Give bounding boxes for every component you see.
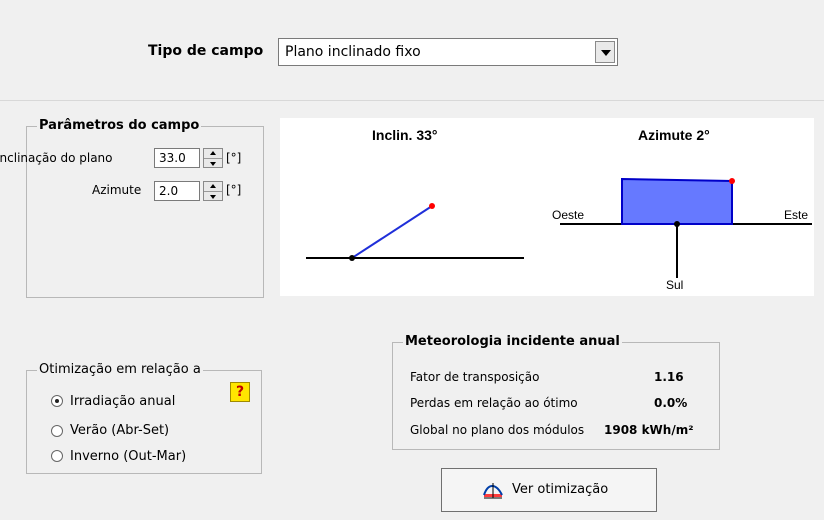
view-optimization-button[interactable]: Ver otimização bbox=[441, 468, 657, 512]
azimuth-center-point bbox=[674, 221, 680, 227]
loss-value: 0.0% bbox=[654, 396, 688, 410]
tilt-spinner[interactable] bbox=[203, 148, 223, 168]
spin-down-icon[interactable] bbox=[204, 159, 222, 168]
optimization-title: Otimização em relação a bbox=[37, 362, 203, 377]
help-icon[interactable]: ? bbox=[230, 382, 250, 402]
azimuth-label: Azimute bbox=[92, 183, 142, 197]
optimization-radio-annual[interactable] bbox=[51, 395, 63, 407]
loss-label: Perdas em relação ao ótimo bbox=[410, 396, 578, 410]
optimization-option-summer[interactable]: Verão (Abr-Set) bbox=[70, 423, 169, 438]
spin-down-icon[interactable] bbox=[204, 192, 222, 201]
azimuth-input[interactable]: 2.0 bbox=[154, 181, 200, 201]
optimization-radio-summer[interactable] bbox=[51, 425, 63, 437]
tilt-unit: [°] bbox=[226, 151, 242, 165]
view-optimization-label: Ver otimização bbox=[512, 482, 609, 497]
spin-up-icon[interactable] bbox=[204, 149, 222, 159]
field-type-combobox[interactable]: Plano inclinado fixo bbox=[278, 38, 618, 66]
tilt-title: Inclin. 33° bbox=[372, 127, 438, 143]
tilt-plane-line bbox=[351, 205, 433, 259]
azimuth-unit: [°] bbox=[226, 183, 242, 197]
tilt-label: Inclinação do plano bbox=[0, 151, 113, 165]
orientation-diagram-panel: Inclin. 33° Azimute 2° Oeste Este Sul bbox=[280, 118, 814, 296]
south-label: Sul bbox=[666, 278, 683, 292]
meteorology-title: Meteorologia incidente anual bbox=[403, 334, 622, 349]
optimization-option-annual[interactable]: Irradiação anual bbox=[70, 394, 175, 409]
azimuth-plane bbox=[621, 177, 733, 225]
chart-icon bbox=[483, 483, 503, 499]
transposition-value: 1.16 bbox=[654, 370, 684, 384]
tilt-pivot-point bbox=[349, 255, 355, 261]
azimuth-corner-point bbox=[729, 178, 735, 184]
optimization-option-winter[interactable]: Inverno (Out-Mar) bbox=[70, 449, 186, 464]
azimuth-spinner[interactable] bbox=[203, 181, 223, 201]
global-plane-label: Global no plano dos módulos bbox=[410, 423, 585, 437]
orientation-diagram: Inclin. 33° Azimute 2° Oeste Este Sul bbox=[306, 127, 812, 292]
tilt-top-point bbox=[429, 203, 435, 209]
azimuth-title: Azimute 2° bbox=[638, 127, 710, 143]
optimization-radio-winter[interactable] bbox=[51, 450, 63, 462]
spin-up-icon[interactable] bbox=[204, 182, 222, 192]
field-parameters-title: Parâmetros do campo bbox=[37, 118, 202, 133]
combobox-arrow-icon[interactable] bbox=[595, 41, 615, 63]
west-label: Oeste bbox=[552, 208, 584, 222]
transposition-label: Fator de transposição bbox=[410, 370, 540, 384]
tilt-input[interactable]: 33.0 bbox=[154, 148, 200, 168]
global-plane-value: 1908 kWh/m² bbox=[604, 423, 694, 437]
field-type-label: Tipo de campo bbox=[148, 43, 264, 59]
east-label: Este bbox=[784, 208, 808, 222]
field-type-value: Plano inclinado fixo bbox=[285, 44, 421, 60]
